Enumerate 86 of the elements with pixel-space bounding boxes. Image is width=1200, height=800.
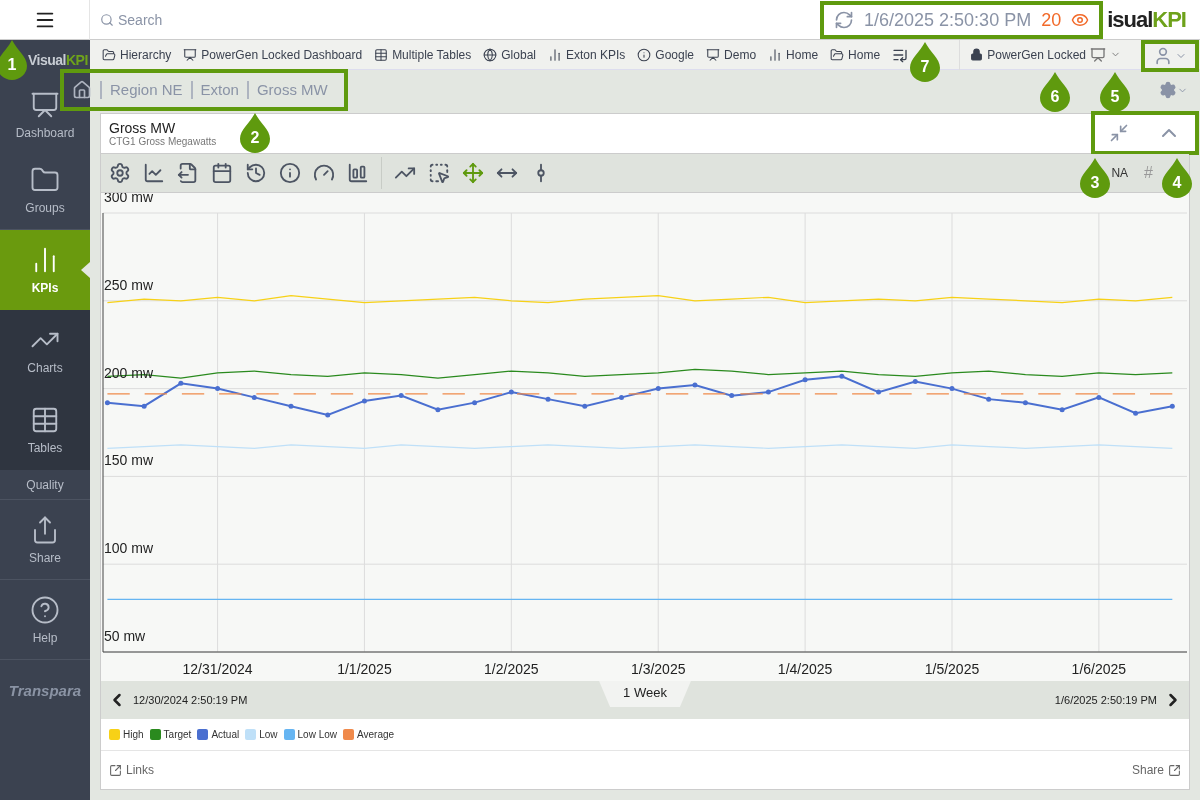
callout-marker: 4	[1162, 158, 1192, 198]
sidebar-item[interactable]: Help	[0, 580, 90, 660]
links-link[interactable]: Links	[109, 763, 154, 777]
axis-label: 1/3/2025	[630, 661, 686, 677]
move-icon[interactable]	[462, 162, 484, 184]
folder-icon	[830, 47, 845, 62]
legend-label: Average	[357, 729, 395, 740]
eye-icon[interactable]	[1071, 11, 1090, 29]
export-icon[interactable]	[177, 162, 199, 184]
table-icon	[374, 47, 389, 62]
user-button[interactable]	[1141, 39, 1199, 72]
globe-icon	[483, 47, 498, 62]
callout-marker: 2	[240, 113, 270, 153]
axis-label: 1/2/2025	[484, 661, 539, 677]
bookmark-link[interactable]: PowerGen Locked Dashboard	[183, 47, 363, 62]
sidebar-item[interactable]: Quality	[0, 470, 90, 500]
callout-marker: 3	[1080, 158, 1110, 198]
chart-edit-icon[interactable]	[143, 162, 165, 184]
bookmark-link[interactable]: Demo	[706, 47, 757, 62]
monitor-icon	[30, 90, 60, 120]
lock-icon	[970, 48, 984, 61]
bookmark-link[interactable]: Home	[768, 47, 819, 62]
info-icon	[637, 47, 652, 62]
legend-label: Target	[163, 729, 192, 740]
search-icon	[100, 12, 114, 27]
calendar-icon[interactable]	[211, 162, 233, 184]
axis-label: 1/5/2025	[924, 661, 980, 677]
axis-label: 12/31/2024	[182, 661, 253, 677]
sidebar-item[interactable]: Share	[0, 500, 90, 580]
axis-label: 1/6/2025	[1071, 661, 1127, 677]
settings-icon[interactable]	[109, 162, 131, 184]
card-subtitle: CTG1 Gross Megawatts	[109, 136, 217, 147]
period-tab[interactable]: 1 Week	[599, 681, 691, 707]
bookmark-link[interactable]: Google	[637, 47, 695, 62]
locked-dashboard-label[interactable]: PowerGen Locked	[987, 47, 1086, 62]
refresh-icon[interactable]	[834, 10, 854, 30]
logo: isualKPI	[1106, 6, 1187, 33]
sidebar-logo: VisualKPI	[28, 52, 88, 68]
bookmark-link[interactable]: Multiple Tables	[374, 47, 472, 62]
history-icon[interactable]	[245, 162, 267, 184]
folder-icon	[102, 47, 116, 62]
callout-marker: 1	[0, 40, 27, 80]
axis-label: 1/4/2025	[777, 661, 833, 677]
home-icon[interactable]	[72, 80, 92, 100]
na-label: NA	[1111, 166, 1129, 180]
selection-icon[interactable]	[428, 162, 450, 184]
sidebar-item[interactable]: Tables	[0, 390, 90, 470]
range-end: 1/6/2025 2:50:19 PM	[1054, 694, 1157, 706]
axis-label: 100 mw	[104, 540, 154, 557]
sidebar-item[interactable]: Dashboard	[0, 80, 90, 150]
bookmark-link[interactable]: Hierarchy	[102, 47, 172, 62]
callout-marker: 6	[1040, 72, 1070, 112]
alert-count: 20	[1041, 9, 1062, 31]
axis-label: 300 mw	[104, 193, 154, 205]
external-link-icon	[1168, 763, 1181, 777]
table-icon	[30, 405, 60, 435]
legend-label: High	[123, 729, 144, 740]
bar-chart-icon	[768, 47, 783, 62]
bookmark-link[interactable]: Exton KPIs	[547, 47, 626, 62]
bar-chart-icon[interactable]	[347, 162, 369, 184]
legend-label: Actual	[211, 729, 240, 740]
bookmark-link[interactable]: Home	[830, 47, 881, 62]
axis-label: 150 mw	[104, 452, 154, 469]
monitor-icon[interactable]	[1090, 46, 1106, 63]
axis-label: 50 mw	[104, 628, 146, 644]
timestamp: 1/6/2025 2:50:30 PM	[864, 9, 1032, 31]
sidebar-item[interactable]: Charts	[0, 310, 90, 390]
brand-logo: Transpara	[7, 680, 83, 701]
legend-label: Low Low	[297, 729, 337, 740]
range-start: 12/30/2024 2:50:19 PM	[133, 694, 248, 706]
axis-label: 250 mw	[104, 276, 154, 293]
axis-label: 1/1/2025	[337, 661, 392, 677]
selection-pointer	[81, 262, 90, 278]
help-icon	[30, 594, 60, 625]
callout-marker: 5	[1100, 72, 1130, 112]
bar-chart-icon	[547, 47, 562, 62]
monitor-icon	[706, 47, 721, 62]
bookmark-link[interactable]: Global	[483, 47, 536, 62]
monitor-icon	[183, 47, 198, 62]
card-title: Gross MW	[109, 120, 176, 136]
legend-label: Low	[259, 729, 278, 740]
callout-marker: 7	[910, 42, 940, 82]
info-icon[interactable]	[279, 162, 301, 184]
user-icon	[1153, 45, 1173, 66]
share-link[interactable]: Share	[1131, 763, 1181, 777]
external-link-icon	[109, 763, 122, 777]
